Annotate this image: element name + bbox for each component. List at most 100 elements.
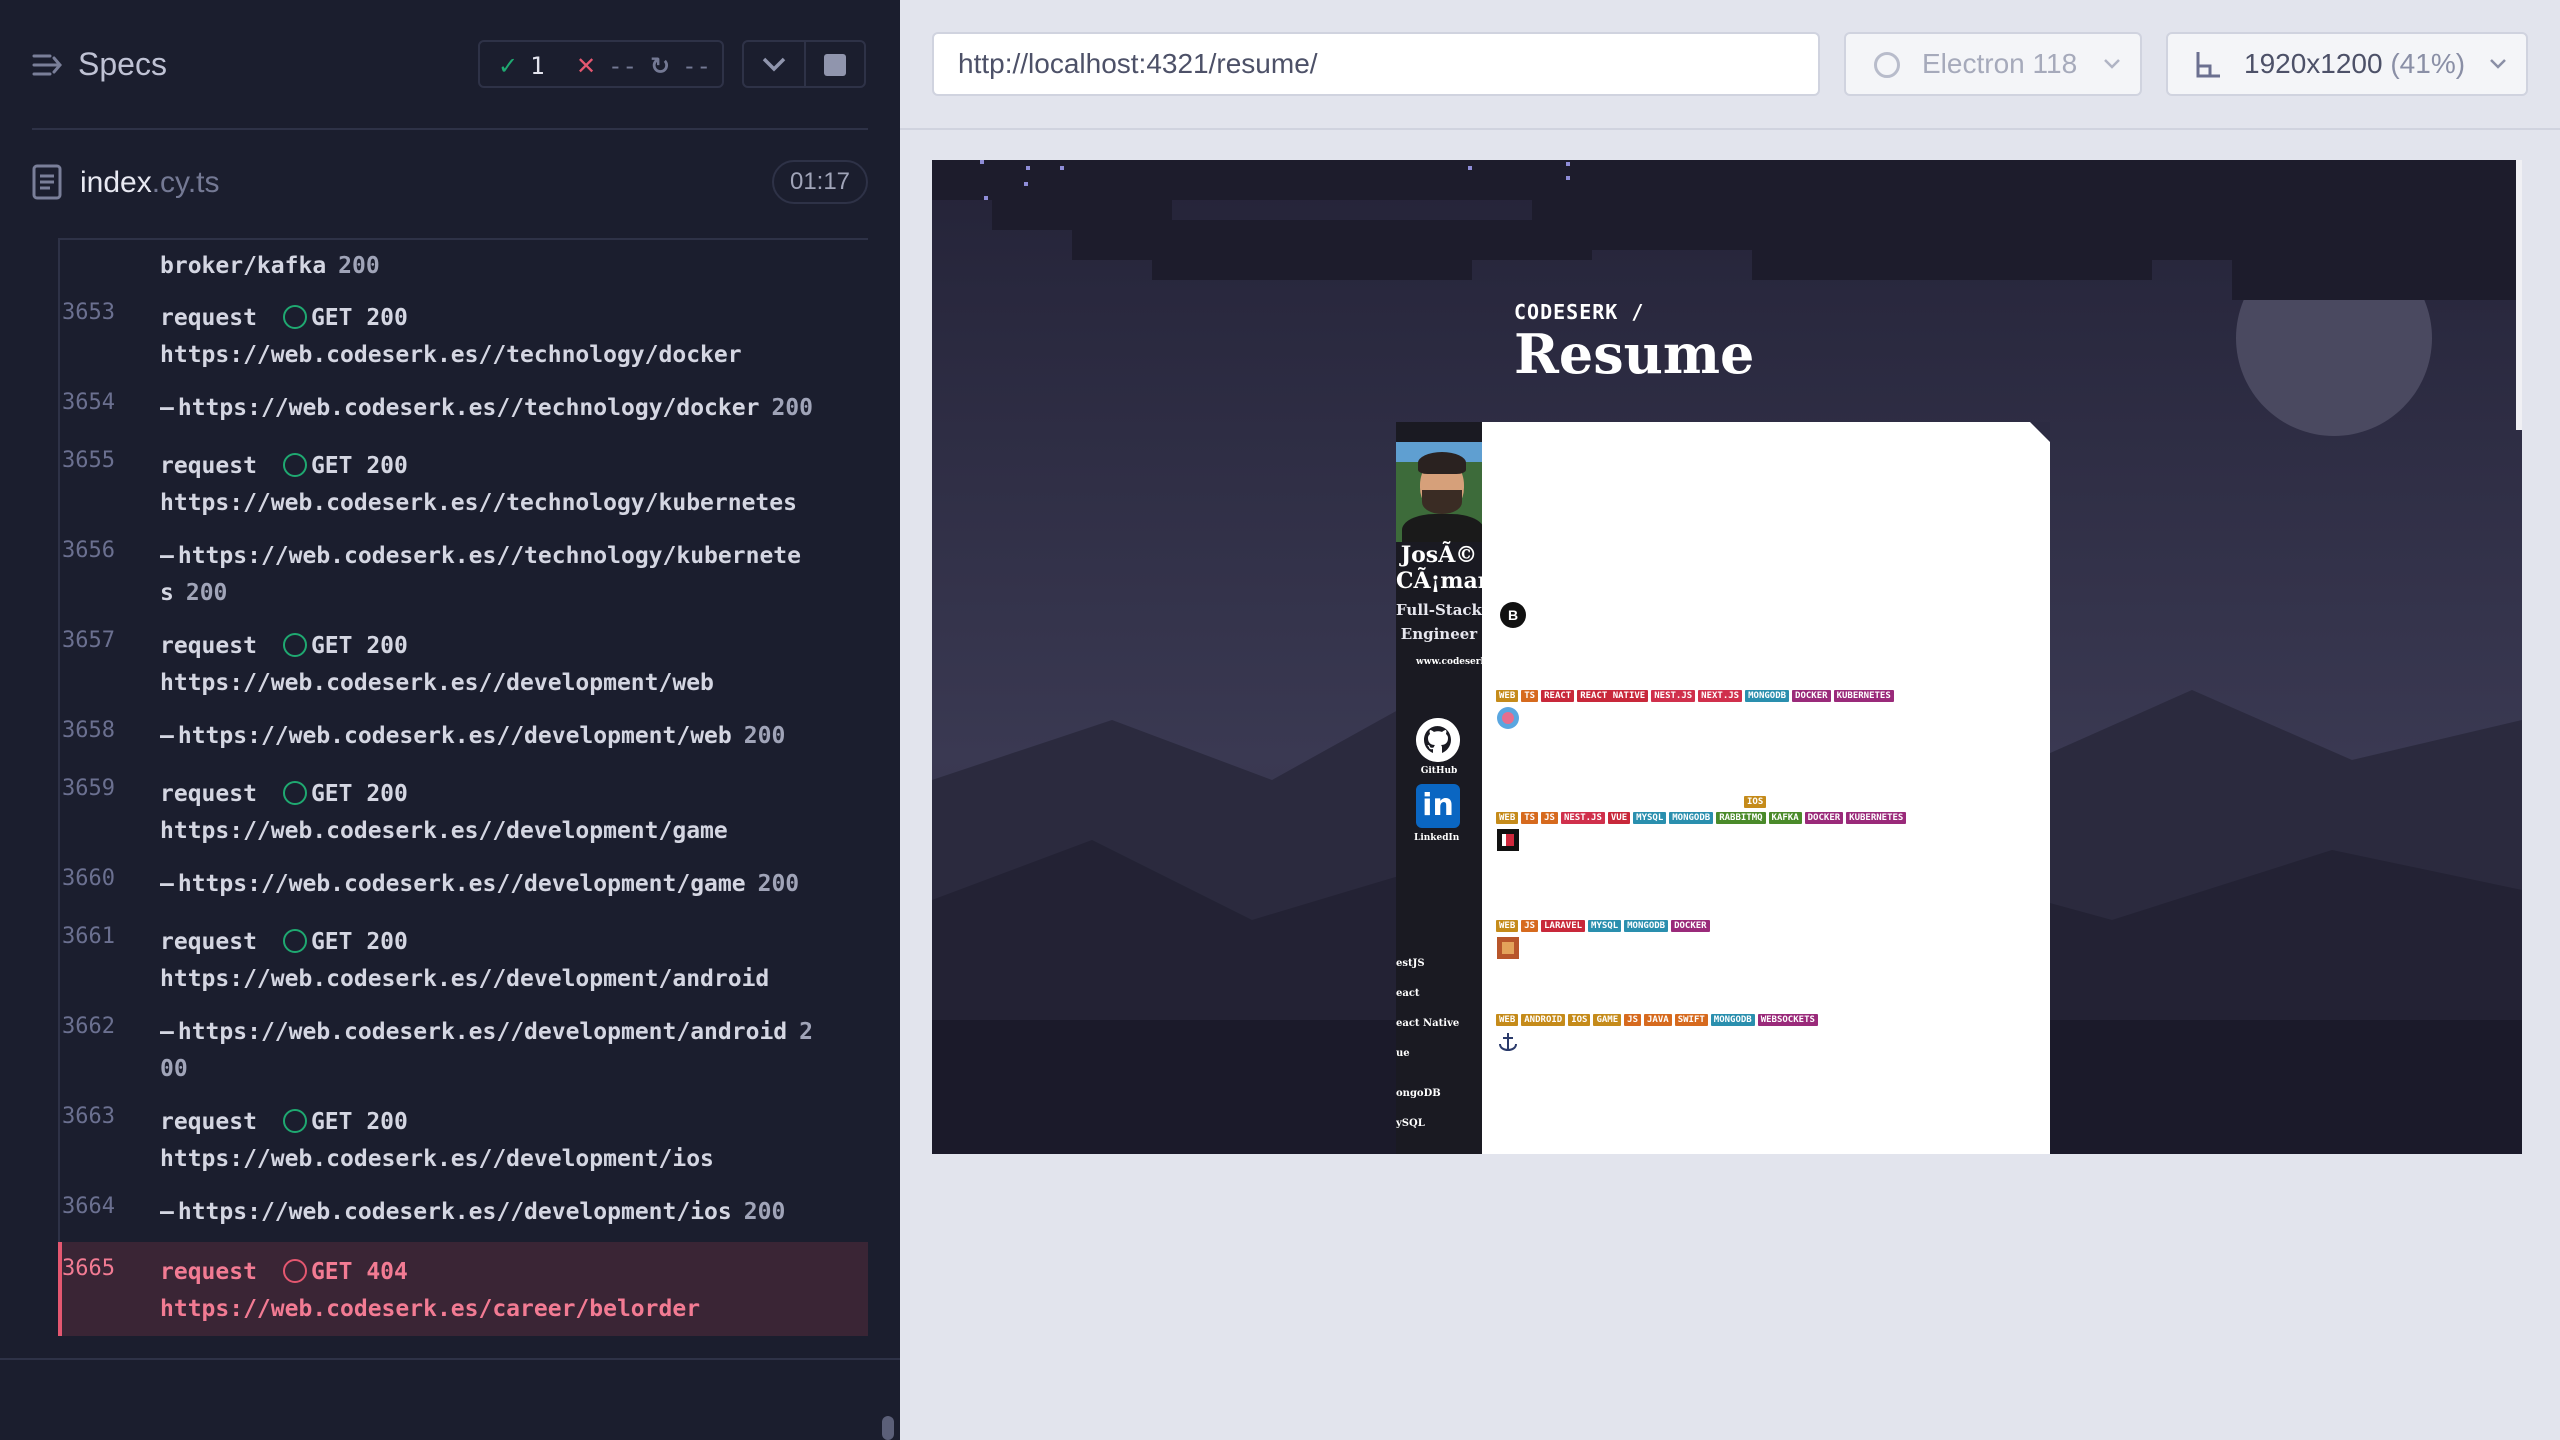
passed-count: ✓ 1 bbox=[498, 52, 545, 80]
log-entry[interactable]: 3654 – https://web.codeserk.es//technolog… bbox=[58, 390, 868, 430]
company-logo-icon bbox=[1497, 707, 1519, 729]
log-entry[interactable]: broker/kafka 200 bbox=[58, 248, 868, 282]
log-text: https://web.codeserk.es//development/gam… bbox=[177, 871, 746, 897]
avatar-shirt bbox=[1402, 514, 1482, 542]
tag: GAME bbox=[1593, 1014, 1622, 1026]
browser-selector[interactable]: Electron 118 bbox=[1844, 32, 2142, 96]
linkedin-label: LinkedIn bbox=[1414, 833, 1460, 843]
log-number: 3658 bbox=[62, 718, 115, 743]
pending-count: ↻ -- bbox=[650, 52, 711, 80]
dash-icon: – bbox=[160, 1199, 174, 1225]
company-logo-icon: B bbox=[1500, 602, 1526, 628]
app-iframe[interactable]: CODESERK / Resume JosÃ© CÃ¡mara Full-Sta… bbox=[932, 160, 2522, 1154]
log-number: 3665 bbox=[62, 1256, 115, 1281]
log-entry-body: request GET 200 https://web.codeserk.es//d… bbox=[160, 628, 860, 702]
log-label: request bbox=[160, 633, 257, 659]
log-method: GET 200 bbox=[282, 448, 408, 485]
file-ext: .cy.ts bbox=[151, 166, 220, 199]
chevron-down-icon bbox=[2490, 59, 2506, 69]
tag: REACT NATIVE bbox=[1577, 690, 1649, 702]
tag: JS bbox=[1521, 920, 1539, 932]
log-entry[interactable]: 3659 request GET 200 https://web.codeserk.… bbox=[58, 776, 868, 852]
breadcrumb[interactable]: CODESERK / bbox=[1514, 300, 1644, 324]
tag: NEST.JS bbox=[1651, 690, 1696, 702]
tag: DOCKER bbox=[1792, 690, 1831, 702]
avatar bbox=[1396, 442, 1482, 542]
log-entry[interactable]: 3664 – https://web.codeserk.es//developme… bbox=[58, 1194, 868, 1234]
check-icon: ✓ bbox=[498, 52, 519, 80]
run-timer: 01:17 bbox=[772, 160, 868, 204]
log-entry[interactable]: 3663 request GET 200 https://web.codeserk.… bbox=[58, 1104, 868, 1180]
command-log: broker/kafka 200 3653 request GET 200 https… bbox=[58, 238, 868, 1336]
log-entry[interactable]: 3662 – https://web.codeserk.es//developme… bbox=[58, 1014, 868, 1090]
divider bbox=[32, 128, 868, 130]
dash-icon: – bbox=[160, 871, 174, 897]
log-text: https://web.codeserk.es//development/and… bbox=[177, 1019, 788, 1045]
company-logo-icon bbox=[1497, 937, 1519, 959]
specs-title[interactable]: Specs bbox=[78, 46, 167, 83]
log-number: 3663 bbox=[62, 1104, 115, 1129]
method-text: GET 200 bbox=[310, 305, 408, 331]
divider bbox=[900, 128, 2560, 130]
log-label: request bbox=[160, 1109, 257, 1135]
log-number: 3662 bbox=[62, 1014, 115, 1039]
scrollbar-thumb[interactable] bbox=[882, 1416, 894, 1440]
tag: NEXT.JS bbox=[1698, 690, 1743, 702]
linkedin-icon[interactable]: in bbox=[1416, 784, 1460, 828]
log-label: request bbox=[160, 1259, 257, 1285]
skill-item: ongoDB bbox=[1396, 1088, 1441, 1099]
log-entry-body: request GET 200 https://web.codeserk.es//d… bbox=[160, 1104, 860, 1178]
log-text: broker/kafka bbox=[160, 253, 327, 279]
log-url: https://web.codeserk.es//development/web bbox=[160, 670, 714, 696]
tag: MYSQL bbox=[1588, 920, 1622, 932]
tag: MYSQL bbox=[1633, 812, 1667, 824]
spec-file-name: index.cy.ts bbox=[80, 166, 220, 200]
dash-icon: – bbox=[160, 1019, 174, 1045]
log-entry[interactable]: 3655 request GET 200 https://web.codeserk.… bbox=[58, 448, 868, 524]
log-number: 3659 bbox=[62, 776, 115, 801]
log-number: 3654 bbox=[62, 390, 115, 415]
log-entry[interactable]: 3657 request GET 200 https://web.codeserk.… bbox=[58, 628, 868, 704]
resume-document: JosÃ© CÃ¡mara Full-Stack Engineer www.co… bbox=[1396, 422, 2050, 1154]
log-status: 200 bbox=[771, 395, 813, 421]
log-entry[interactable]: 3661 request GET 200 https://web.codeserk.… bbox=[58, 924, 868, 1000]
log-entry[interactable]: 3653 request GET 200 https://web.codeserk.… bbox=[58, 300, 868, 376]
circle-icon bbox=[282, 1109, 307, 1133]
tag: WEB bbox=[1496, 920, 1519, 932]
chevron-down-icon[interactable] bbox=[760, 52, 788, 76]
dash-icon: – bbox=[160, 395, 174, 421]
stop-button[interactable] bbox=[824, 54, 846, 76]
circle-icon bbox=[282, 453, 307, 477]
method-text: GET 200 bbox=[310, 453, 408, 479]
github-icon[interactable] bbox=[1416, 718, 1460, 762]
viewport-size: 1920x1200 bbox=[2244, 48, 2383, 79]
electron-icon bbox=[1874, 52, 1900, 78]
specs-list-icon[interactable] bbox=[32, 50, 62, 80]
log-label: request bbox=[160, 453, 257, 479]
log-entry-failed[interactable]: 3665 request GET 404 https://web.codeserk.… bbox=[58, 1242, 868, 1336]
log-entry-body: request GET 200 https://web.codeserk.es//d… bbox=[160, 924, 860, 998]
app-scrollbar[interactable] bbox=[2516, 160, 2522, 430]
log-entry[interactable]: 3660 – https://web.codeserk.es//developme… bbox=[58, 866, 868, 906]
method-text: GET 200 bbox=[310, 781, 408, 807]
skill-item: eact bbox=[1396, 988, 1420, 999]
log-method: GET 404 bbox=[282, 1254, 408, 1291]
passed-value: 1 bbox=[530, 52, 545, 80]
run-controls bbox=[742, 40, 866, 88]
log-entry-body: request GET 404 https://web.codeserk.es/ca… bbox=[160, 1254, 860, 1328]
tag: RABBITMQ bbox=[1716, 812, 1766, 824]
circle-icon bbox=[282, 1259, 307, 1283]
tag: REACT bbox=[1541, 690, 1575, 702]
url-bar[interactable]: http://localhost:4321/resume/ bbox=[932, 32, 1820, 96]
ios-tag: IOS bbox=[1744, 796, 1769, 808]
tag: TS bbox=[1521, 812, 1539, 824]
spec-file-row[interactable]: index.cy.ts 01:17 bbox=[0, 150, 900, 220]
log-entry[interactable]: 3656 – https://web.codeserk.es//technolog… bbox=[58, 538, 868, 614]
skill-item: estJS bbox=[1396, 958, 1425, 969]
tech-tags: WEB ANDROID IOS GAME JS JAVA SWIFT MONGODB WEBSO… bbox=[1496, 1014, 1821, 1026]
log-url: https://web.codeserk.es/career/belorder bbox=[160, 1296, 701, 1322]
log-url: https://web.codeserk.es//development/ios bbox=[160, 1146, 714, 1172]
viewport-selector[interactable]: 1920x1200 (41%) bbox=[2166, 32, 2528, 96]
resume-website[interactable]: www.codeserk.es bbox=[1416, 656, 1482, 668]
log-entry[interactable]: 3658 – https://web.codeserk.es//developme… bbox=[58, 718, 868, 758]
